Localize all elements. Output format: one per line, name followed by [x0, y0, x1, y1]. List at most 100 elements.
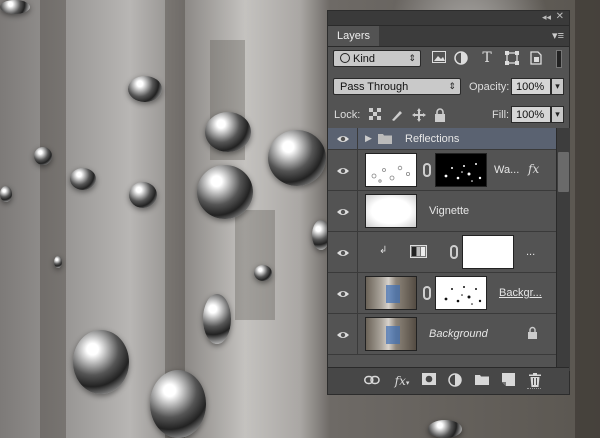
mask-link-icon[interactable]	[423, 163, 431, 177]
water-drop	[128, 76, 162, 102]
layer-name: Vignette	[429, 205, 470, 217]
lock-position-icon[interactable]	[412, 108, 426, 122]
smart-object-filter-icon[interactable]	[528, 51, 544, 67]
water-drop	[428, 420, 462, 438]
layer-thumbnail	[365, 153, 417, 187]
panel-menu-icon[interactable]: ▾≡	[552, 29, 564, 42]
eye-icon[interactable]	[336, 287, 350, 301]
water-drop	[150, 370, 206, 438]
lock-image-icon[interactable]	[390, 108, 404, 122]
fx-label: fx	[394, 374, 406, 388]
water-drop	[268, 130, 326, 186]
opacity-slider-dropdown[interactable]: ▾	[551, 78, 564, 95]
new-adjustment-icon[interactable]	[447, 373, 463, 389]
lock-row: Lock: Fill: 100% ▾	[328, 105, 569, 127]
building-window	[235, 210, 275, 320]
fill-input[interactable]: 100%	[511, 106, 551, 123]
water-drop	[70, 168, 96, 190]
layer-lock-icon	[528, 326, 537, 339]
blend-mode-value: Pass Through	[340, 81, 409, 93]
layer-row-reflections[interactable]: ▶ Reflections	[328, 128, 556, 150]
water-drop	[129, 182, 157, 208]
clipping-arrow-icon: ↲	[379, 245, 388, 256]
new-layer-icon[interactable]	[500, 373, 516, 389]
water-drop	[0, 186, 12, 202]
filter-kind-select[interactable]: Kind ⇕	[333, 50, 421, 67]
adjustment-layer-icon	[410, 245, 427, 258]
blend-mode-select[interactable]: Pass Through ⇕	[333, 78, 461, 95]
water-drop	[254, 265, 272, 281]
panel-title-strip: ◂◂ ✕	[328, 11, 569, 26]
link-layers-icon[interactable]	[364, 373, 380, 389]
eye-icon[interactable]	[336, 246, 350, 260]
building-column	[40, 0, 66, 438]
panel-bottom-bar: fx▾	[328, 367, 569, 394]
layers-panel: ◂◂ ✕ Layers ▾≡ Kind ⇕ T Pass Through ⇕ O…	[327, 10, 570, 395]
layer-row-background-copy[interactable]: Backgr...	[328, 273, 556, 314]
fx-icon[interactable]: fx▾	[394, 373, 410, 389]
layers-scrollbar[interactable]	[556, 128, 570, 371]
layer-row-adjustment[interactable]: ↲ ...	[328, 232, 556, 273]
water-drop	[54, 256, 62, 268]
adjustment-filter-icon[interactable]	[453, 51, 469, 67]
layer-row-background[interactable]: Background	[328, 314, 556, 355]
eye-icon[interactable]	[336, 328, 350, 342]
water-drop	[197, 165, 253, 219]
search-icon	[340, 53, 350, 63]
scrollbar-thumb[interactable]	[558, 152, 569, 192]
chevron-updown-icon: ⇕	[448, 81, 456, 91]
water-drop	[203, 294, 231, 344]
layer-thumbnail	[365, 317, 417, 351]
blend-row: Pass Through ⇕ Opacity: 100% ▾	[328, 77, 569, 99]
layer-thumbnail	[365, 276, 417, 310]
close-icon[interactable]: ✕	[556, 11, 564, 22]
expand-arrow-icon[interactable]: ▶	[365, 133, 372, 144]
mask-thumbnail[interactable]	[435, 276, 487, 310]
delete-layer-icon[interactable]	[527, 373, 543, 389]
water-drop	[0, 0, 30, 14]
filter-row: Kind ⇕ T	[328, 48, 569, 72]
filter-toggle-switch[interactable]	[556, 50, 562, 68]
collapse-icon[interactable]: ◂◂	[542, 12, 551, 23]
eye-icon[interactable]	[336, 164, 350, 178]
lock-label: Lock:	[334, 109, 361, 121]
fill-slider-dropdown[interactable]: ▾	[551, 106, 564, 123]
layer-name: Reflections	[405, 133, 460, 145]
layer-thumbnail	[365, 194, 417, 228]
layers-list: ▶ Reflections Wa... fx Vignette ↲ ... Ba…	[328, 128, 556, 371]
opacity-label: Opacity:	[469, 81, 510, 93]
building-column	[575, 0, 600, 438]
chevron-updown-icon: ⇕	[408, 53, 416, 63]
layer-row-water[interactable]: Wa... fx	[328, 150, 556, 191]
layer-name: Wa...	[494, 164, 520, 176]
fill-label: Fill:	[492, 109, 510, 121]
mask-link-icon[interactable]	[423, 286, 431, 300]
filter-kind-label: Kind	[353, 53, 376, 65]
water-drop	[34, 147, 52, 165]
image-filter-icon[interactable]	[431, 51, 447, 67]
folder-icon	[378, 134, 392, 144]
resize-grip[interactable]	[527, 388, 541, 393]
layer-name: Backgr...	[499, 287, 542, 299]
mask-link-icon[interactable]	[450, 245, 458, 259]
eye-icon[interactable]	[336, 205, 350, 219]
tab-layers[interactable]: Layers	[328, 26, 380, 46]
layer-name: Background	[429, 328, 488, 340]
type-filter-icon[interactable]: T	[479, 50, 495, 66]
layer-row-vignette[interactable]: Vignette	[328, 191, 556, 232]
panel-tab-row: Layers ▾≡	[328, 26, 569, 47]
mask-thumbnail[interactable]	[435, 153, 487, 187]
shape-filter-icon[interactable]	[504, 51, 520, 67]
layer-name: ...	[526, 246, 536, 258]
filter-kind-value: Kind	[340, 51, 375, 68]
lock-all-icon[interactable]	[433, 108, 447, 122]
mask-thumbnail[interactable]	[462, 235, 514, 269]
water-drop	[205, 112, 251, 152]
water-drop	[73, 330, 129, 394]
new-group-icon[interactable]	[474, 373, 490, 389]
opacity-input[interactable]: 100%	[511, 78, 551, 95]
fx-badge[interactable]: fx	[528, 162, 539, 176]
add-mask-icon[interactable]	[421, 373, 437, 389]
eye-icon[interactable]	[336, 132, 350, 146]
lock-transparent-icon[interactable]	[368, 108, 382, 122]
